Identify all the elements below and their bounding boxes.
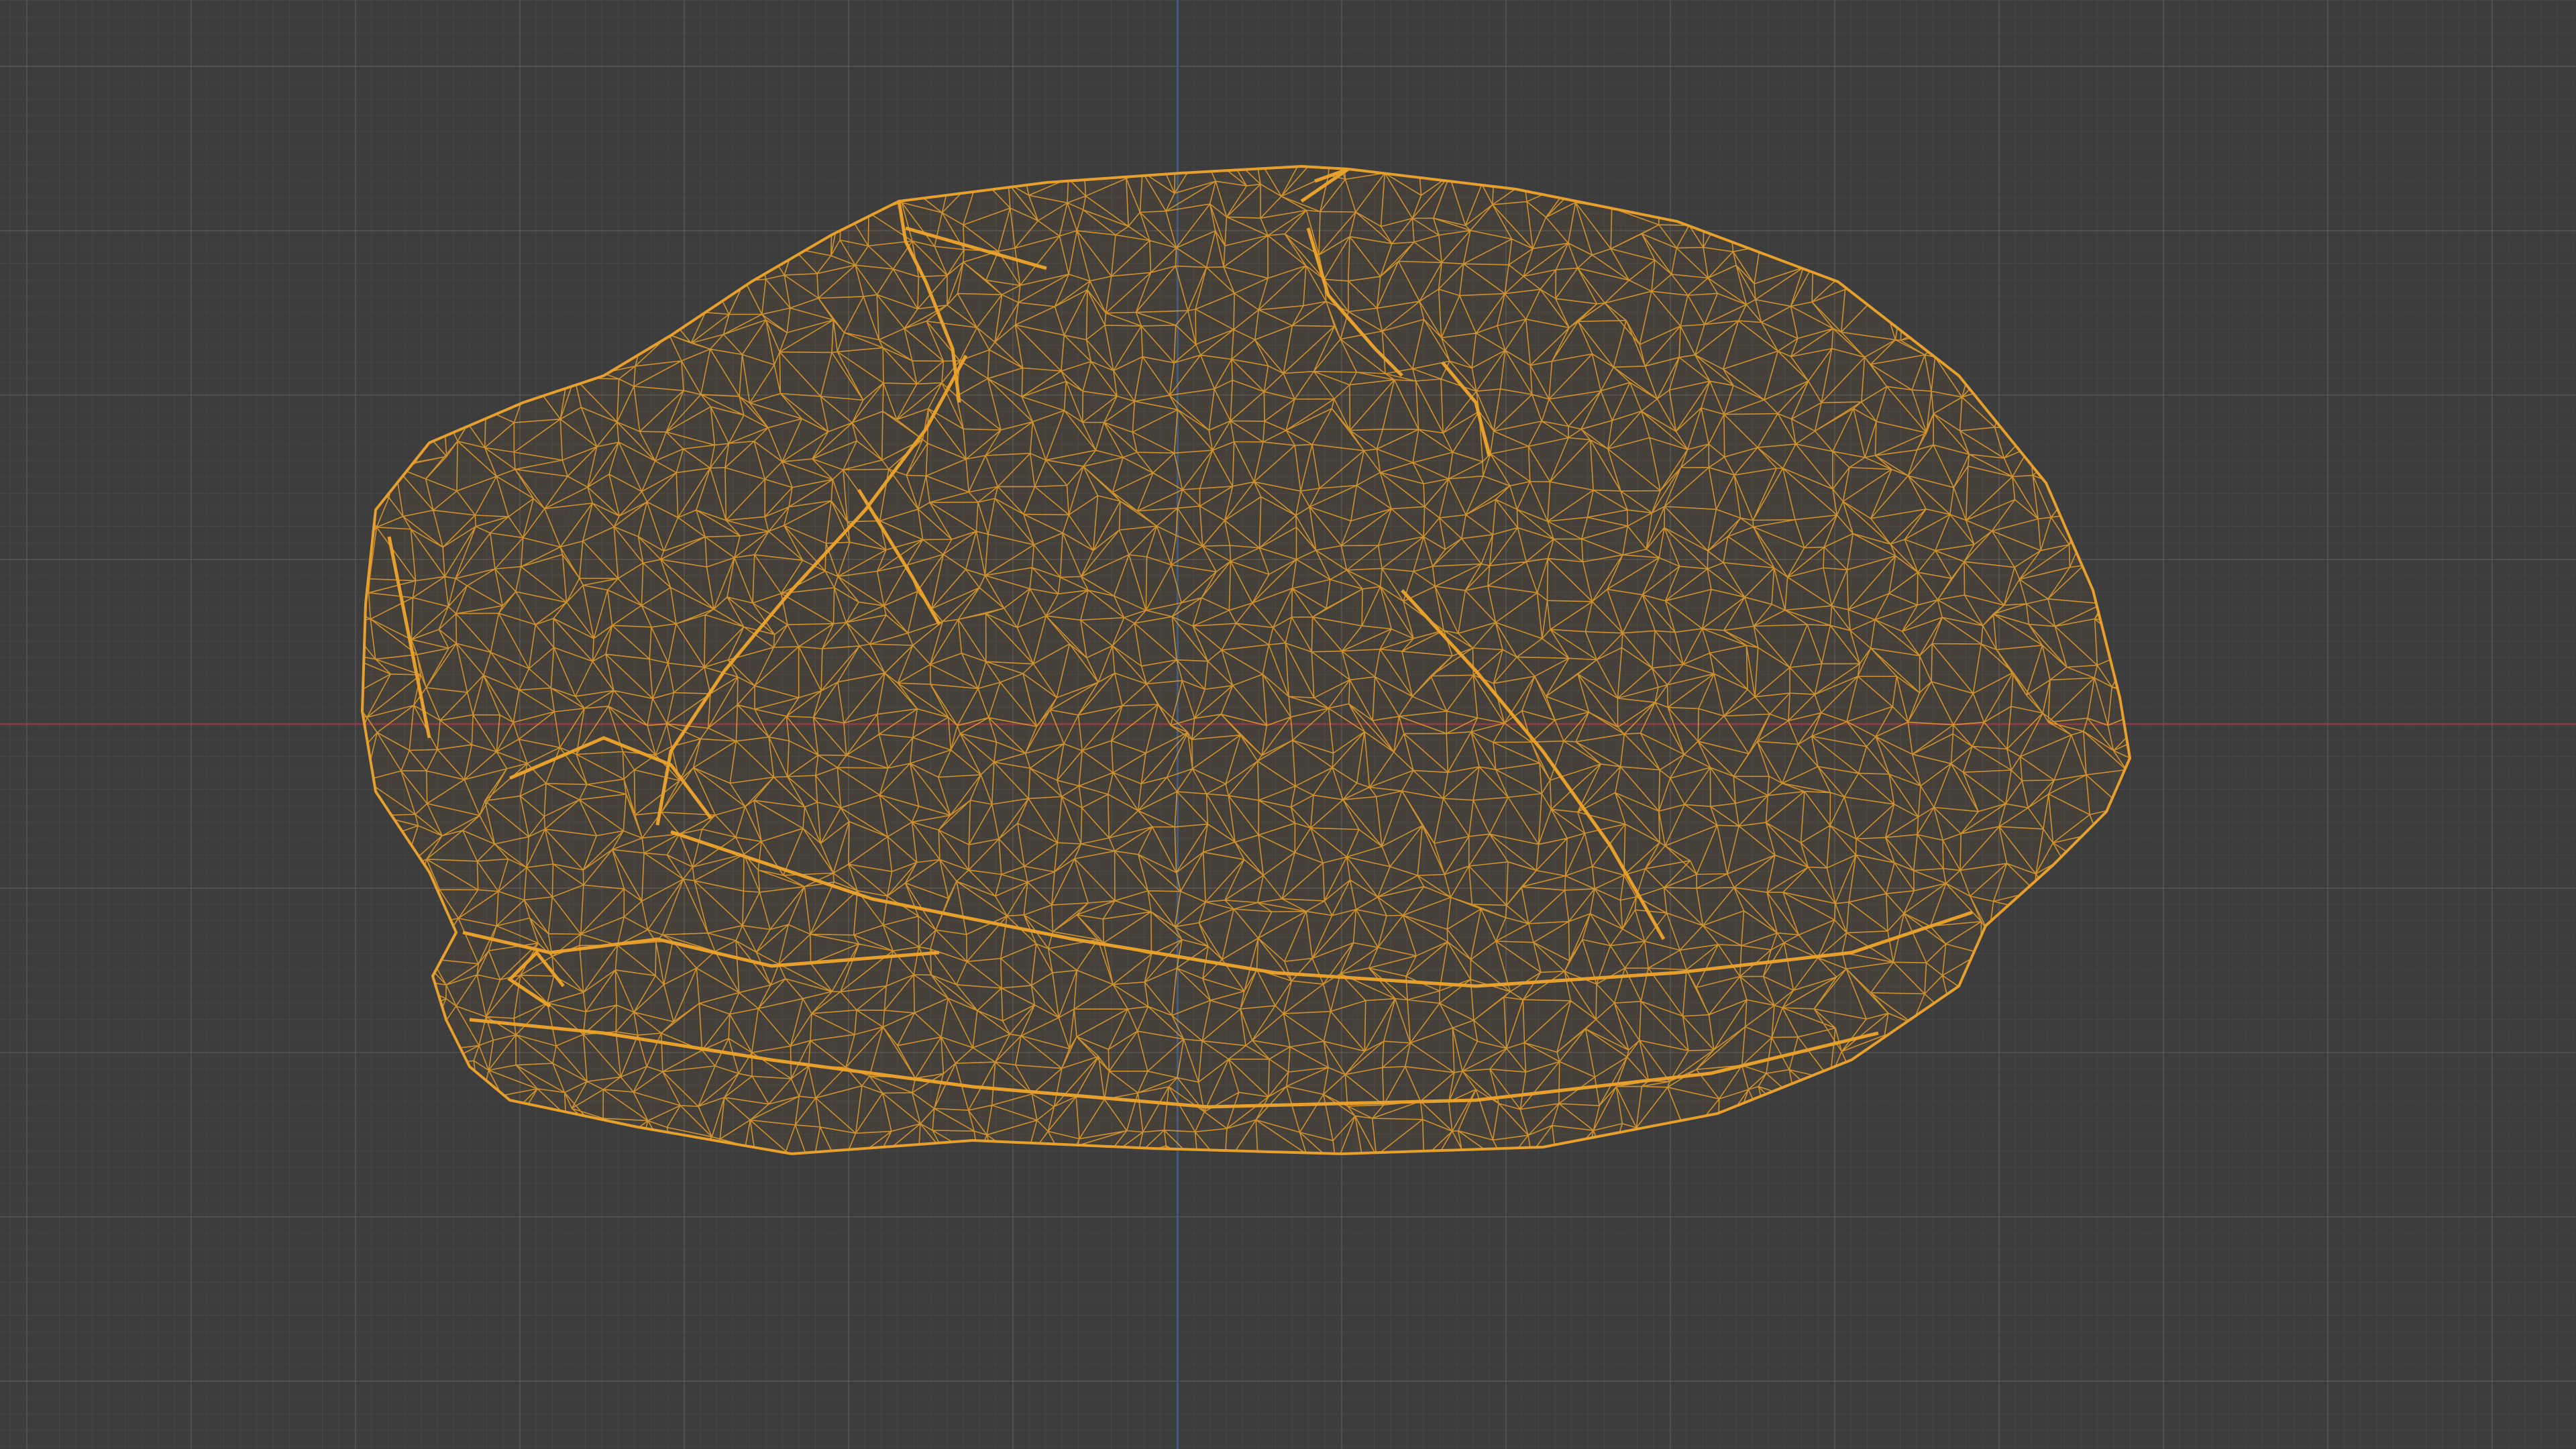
3d-viewport[interactable] xyxy=(0,0,2576,1449)
wireframe-mesh[interactable] xyxy=(336,142,2163,1200)
wireframe-mesh-viewport-svg xyxy=(336,142,2163,1200)
